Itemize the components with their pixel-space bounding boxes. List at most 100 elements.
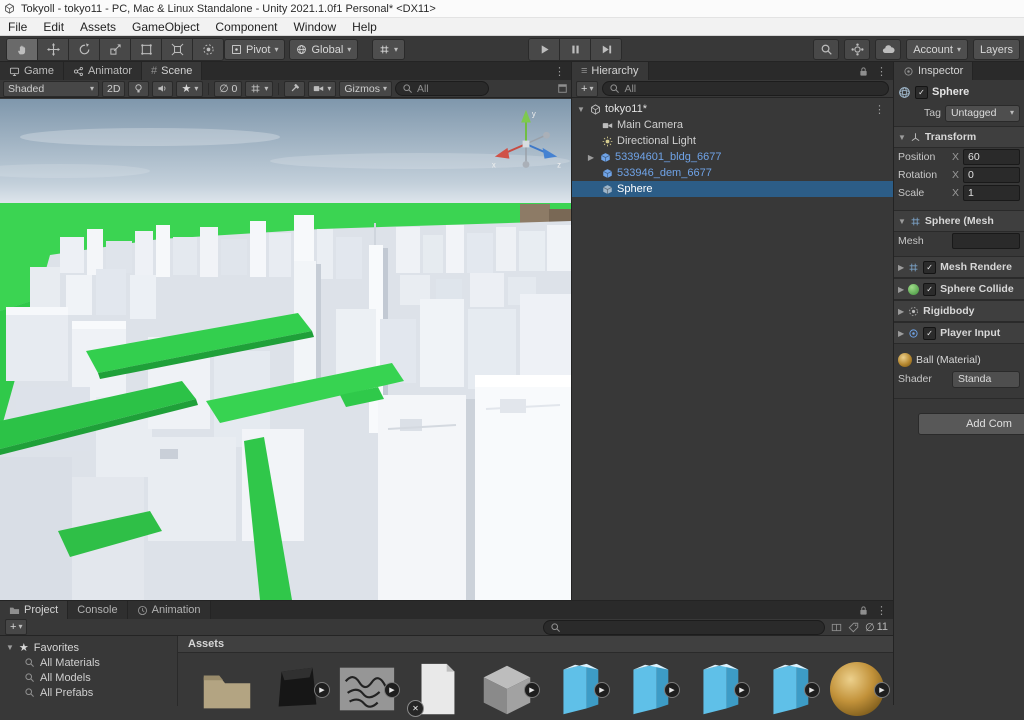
shader-dropdown[interactable]: Standa [952, 371, 1020, 388]
menu-component[interactable]: Component [207, 18, 285, 35]
favorite-all-materials[interactable]: All Materials [0, 655, 177, 670]
mesh-filter-component-header[interactable]: ▼ Sphere (Mesh [894, 210, 1024, 232]
asset-blue-building-model[interactable]: ▶ [686, 658, 748, 720]
asset-preview-arrow[interactable]: ▶ [384, 682, 400, 698]
tab-console[interactable]: Console [68, 601, 127, 619]
material-header-row[interactable]: Ball (Material) [894, 350, 1024, 370]
foldout-closed-icon[interactable]: ▶ [898, 263, 904, 272]
asset-folder[interactable] [196, 658, 258, 720]
scene-orientation-gizmo[interactable]: y x z [487, 105, 565, 183]
foldout-closed-icon[interactable]: ▶ [898, 307, 904, 316]
gizmos-dropdown[interactable]: Gizmos ▾ [339, 81, 392, 97]
asset-preview-arrow[interactable]: ▶ [734, 682, 750, 698]
mesh-renderer-component-header[interactable]: ▶ ✓ Mesh Rendere [894, 256, 1024, 278]
foldout-open-icon[interactable]: ▼ [576, 105, 586, 114]
lighting-toggle-button[interactable] [128, 81, 149, 97]
asset-gray-cube-model[interactable]: ▶ [476, 658, 538, 720]
hierarchy-item-sphere-selected[interactable]: Sphere [572, 181, 893, 197]
asset-preview-arrow[interactable]: ▶ [804, 682, 820, 698]
transform-tool-button[interactable] [162, 38, 193, 61]
project-search-input[interactable] [543, 620, 825, 635]
asset-gold-sphere-material[interactable]: ▶ [826, 658, 888, 720]
rigidbody-component-header[interactable]: ▶ Rigidbody [894, 300, 1024, 322]
favorite-all-prefabs[interactable]: All Prefabs [0, 685, 177, 700]
tab-game[interactable]: Game [0, 62, 64, 80]
scale-tool-button[interactable] [100, 38, 131, 61]
effects-dropdown[interactable]: ★ ▾ [176, 81, 203, 97]
grid-snapping-button[interactable]: ▾ [372, 39, 405, 60]
lock-icon[interactable] [858, 66, 869, 77]
asset-preview-arrow[interactable]: ▶ [874, 682, 890, 698]
foldout-closed-icon[interactable]: ▶ [898, 329, 904, 338]
two-column-layout-icon[interactable] [831, 622, 842, 633]
asset-scribble-texture[interactable]: ▶ [336, 658, 398, 720]
active-checkbox[interactable]: ✓ [915, 86, 928, 99]
kebab-menu-icon[interactable]: ⋮ [876, 65, 887, 78]
tag-dropdown[interactable]: Untagged ▾ [945, 105, 1020, 122]
scene-search-input[interactable]: All [395, 81, 489, 96]
asset-document[interactable]: ✕ [406, 658, 468, 720]
hierarchy-item-main-camera[interactable]: Main Camera [572, 117, 893, 133]
hierarchy-search-input[interactable]: All [602, 81, 889, 96]
component-enabled-checkbox[interactable]: ✓ [923, 261, 936, 274]
menu-assets[interactable]: Assets [72, 18, 124, 35]
tab-animation[interactable]: Animation [128, 601, 211, 619]
component-enabled-checkbox[interactable]: ✓ [923, 327, 936, 340]
tab-scene[interactable]: # Scene [142, 62, 202, 80]
layers-dropdown[interactable]: Layers [973, 39, 1020, 60]
asset-preview-arrow[interactable]: ▶ [314, 682, 330, 698]
kebab-menu-icon[interactable]: ⋮ [876, 604, 887, 617]
scene-viewport[interactable]: y x z [0, 99, 571, 600]
asset-preview-arrow[interactable]: ▶ [594, 682, 610, 698]
step-button[interactable] [591, 38, 622, 61]
create-object-button[interactable]: + ▾ [576, 81, 598, 97]
rotate-tool-button[interactable] [69, 38, 100, 61]
tab-hierarchy[interactable]: ≡ Hierarchy [572, 62, 649, 80]
create-asset-button[interactable]: + ▾ [5, 619, 27, 635]
foldout-open-icon[interactable]: ▼ [898, 217, 906, 226]
audio-toggle-button[interactable] [152, 81, 173, 97]
pause-button[interactable] [560, 38, 591, 61]
menu-edit[interactable]: Edit [35, 18, 72, 35]
lock-icon[interactable] [858, 605, 869, 616]
asset-preview-arrow[interactable]: ▶ [664, 682, 680, 698]
grid-visibility-dropdown[interactable]: ▾ [245, 81, 273, 97]
position-x-field[interactable]: 60 [963, 149, 1020, 165]
maximize-icon[interactable] [557, 83, 568, 94]
add-component-button[interactable]: Add Com [918, 413, 1024, 435]
services-button[interactable] [844, 39, 870, 60]
draw-mode-dropdown[interactable]: Shaded ▾ [3, 81, 99, 97]
tab-project[interactable]: Project [0, 601, 68, 619]
component-enabled-checkbox[interactable]: ✓ [923, 283, 936, 296]
camera-settings-dropdown[interactable]: ▾ [308, 81, 336, 97]
menu-gameobject[interactable]: GameObject [124, 18, 207, 35]
asset-labels-icon[interactable] [848, 622, 859, 633]
search-button[interactable] [813, 39, 839, 60]
foldout-closed-icon[interactable]: ▶ [586, 153, 596, 162]
rect-tool-button[interactable] [131, 38, 162, 61]
asset-blue-building-model[interactable]: ▶ [616, 658, 678, 720]
hierarchy-item-bldg-prefab[interactable]: ▶ 53394601_bldg_6677 [572, 149, 893, 165]
favorites-header[interactable]: ▼ ★ Favorites [0, 640, 177, 655]
move-tool-button[interactable] [38, 38, 69, 61]
tab-animator[interactable]: Animator [64, 62, 142, 80]
hierarchy-item-dem-prefab[interactable]: 533946_dem_6677 [572, 165, 893, 181]
asset-black-model[interactable]: ▶ [266, 658, 328, 720]
kebab-menu-icon[interactable]: ⋮ [874, 103, 893, 116]
custom-tool-button[interactable] [193, 38, 224, 61]
foldout-open-icon[interactable]: ▼ [6, 643, 14, 652]
assets-breadcrumb[interactable]: Assets [178, 636, 893, 653]
player-input-component-header[interactable]: ▶ ✓ Player Input [894, 322, 1024, 344]
hierarchy-scene-row[interactable]: ▼ tokyo11* ⋮ [572, 101, 893, 117]
global-toggle-button[interactable]: Global ▾ [289, 39, 358, 60]
play-button[interactable] [528, 38, 560, 61]
kebab-menu-icon[interactable]: ⋮ [554, 65, 565, 78]
menu-help[interactable]: Help [344, 18, 385, 35]
foldout-open-icon[interactable]: ▼ [898, 133, 906, 142]
favorite-all-models[interactable]: All Models [0, 670, 177, 685]
cloud-button[interactable] [875, 39, 901, 60]
hidden-packages-toggle[interactable]: ∅ 11 [865, 621, 888, 634]
tab-inspector[interactable]: Inspector [894, 62, 973, 80]
rotation-x-field[interactable]: 0 [963, 167, 1020, 183]
asset-preview-arrow[interactable]: ▶ [524, 682, 540, 698]
